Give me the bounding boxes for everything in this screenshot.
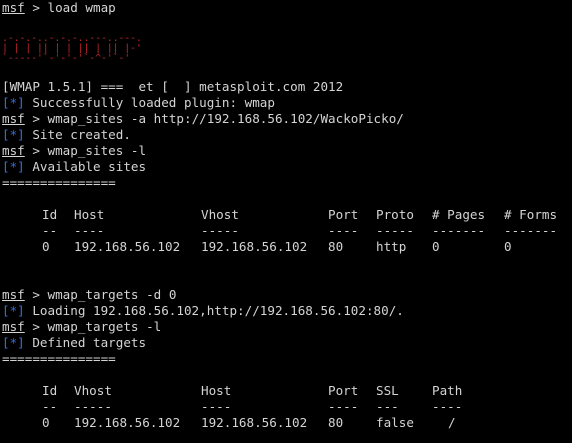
targets-cell-vhost: 192.168.56.102: [74, 415, 181, 430]
sites-header-host: Host: [74, 207, 105, 222]
info-marker: [*]: [2, 303, 25, 318]
message-text: Available sites: [24, 159, 147, 174]
command-line-load: msf > load wmap: [2, 0, 116, 16]
sites-header-pages: # Pages: [432, 207, 486, 222]
sites-cell-vhost: 192.168.56.102: [201, 239, 308, 254]
command-line-targets-define: msf > wmap_targets -d 0: [2, 287, 176, 303]
targets-dash-id: --: [42, 399, 58, 414]
message-text: Successfully loaded plugin: wmap: [24, 95, 275, 110]
sites-header-port: Port: [328, 207, 359, 222]
info-marker: [*]: [2, 95, 25, 110]
sites-cell-forms: 0: [504, 239, 512, 254]
info-marker: [*]: [2, 335, 25, 350]
sites-cell-pages: 0: [432, 239, 440, 254]
sites-cell-host: 192.168.56.102: [74, 239, 181, 254]
command-text: > wmap_sites -l: [32, 143, 147, 158]
targets-dash-host: ----: [201, 399, 232, 414]
message-text: Loading 192.168.56.102,http://192.168.56…: [24, 303, 404, 318]
sites-header-id: Id: [42, 207, 58, 222]
targets-dash-vhost: -----: [74, 399, 112, 414]
message-text: Defined targets: [24, 335, 147, 350]
command-line-sites-list: msf > wmap_sites -l: [2, 143, 146, 159]
message-defined-targets: [*] Defined targets: [2, 335, 146, 351]
sites-header-vhost: Vhost: [201, 207, 239, 222]
targets-cell-port: 80: [328, 415, 344, 430]
prompt: msf: [2, 143, 25, 158]
targets-header-host: Host: [201, 383, 232, 398]
targets-header-ssl: SSL: [376, 383, 399, 398]
command-text: > load wmap: [32, 0, 116, 15]
sites-dash-port: ----: [328, 223, 359, 238]
sites-dash-host: ----: [74, 223, 105, 238]
sites-dash-vhost: -----: [201, 223, 239, 238]
sites-header-proto: Proto: [376, 207, 414, 222]
terminal-window[interactable]: msf > load wmap .-.-.-..-.-.-..---..---.…: [0, 0, 572, 443]
sites-cell-port: 80: [328, 239, 344, 254]
sites-cell-id: 0: [42, 239, 50, 254]
sites-dash-forms: -------: [504, 223, 558, 238]
targets-header-path: Path: [432, 383, 463, 398]
message-site-created: [*] Site created.: [2, 127, 131, 143]
command-line-sites-add: msf > wmap_sites -a http://192.168.56.10…: [2, 111, 404, 127]
version-line: [WMAP 1.5.1] === et [ ] metasploit.com 2…: [2, 79, 344, 94]
targets-dash-port: ----: [328, 399, 359, 414]
prompt: msf: [2, 0, 25, 15]
targets-header-port: Port: [328, 383, 359, 398]
command-line-targets-list: msf > wmap_targets -l: [2, 319, 161, 335]
info-marker: [*]: [2, 159, 25, 174]
message-available-sites: [*] Available sites: [2, 159, 146, 175]
targets-cell-path: /: [448, 415, 456, 430]
wmap-banner-row-3: `-----'`-'-'-'`-^-'`-': [2, 53, 131, 64]
sites-cell-proto: http: [376, 239, 407, 254]
sites-dash-id: --: [42, 223, 58, 238]
message-plugin-loaded: [*] Successfully loaded plugin: wmap: [2, 95, 275, 111]
message-loading: [*] Loading 192.168.56.102,http://192.16…: [2, 303, 404, 319]
prompt: msf: [2, 287, 25, 302]
command-text: > wmap_targets -l: [32, 319, 162, 334]
targets-cell-host: 192.168.56.102: [201, 415, 308, 430]
separator-line: ===============: [2, 351, 116, 366]
command-text: > wmap_sites -a http://192.168.56.102/Wa…: [32, 111, 404, 126]
command-text: > wmap_targets -d 0: [32, 287, 177, 302]
sites-dash-proto: -----: [376, 223, 414, 238]
targets-dash-path: ----: [432, 399, 463, 414]
sites-dash-pages: -------: [432, 223, 486, 238]
info-marker: [*]: [2, 127, 25, 142]
targets-header-vhost: Vhost: [74, 383, 112, 398]
targets-cell-id: 0: [42, 415, 50, 430]
separator-line: ===============: [2, 175, 116, 190]
targets-dash-ssl: ---: [376, 399, 399, 414]
prompt: msf: [2, 111, 25, 126]
sites-header-forms: # Forms: [504, 207, 558, 222]
message-text: Site created.: [24, 127, 131, 142]
targets-cell-ssl: false: [376, 415, 414, 430]
prompt: msf: [2, 319, 25, 334]
targets-header-id: Id: [42, 383, 58, 398]
